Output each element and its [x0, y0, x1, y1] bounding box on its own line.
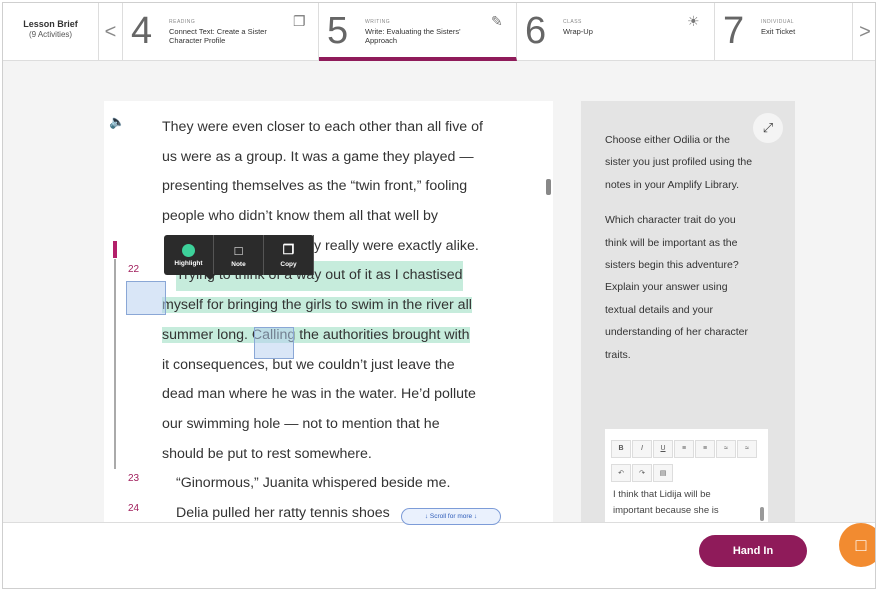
bullet-list-button[interactable]: ≡ [674, 439, 694, 458]
activity-kind: INDIVIDUAL [761, 19, 795, 25]
scroll-for-more-button[interactable]: ↓ Scroll for more ↓ [401, 508, 501, 525]
highlighted-text[interactable]: summer long. Calling the authorities bro… [162, 326, 470, 343]
highlight-button[interactable]: Highlight [164, 235, 214, 275]
underline-button[interactable]: U [653, 439, 673, 458]
activity-number: 5 [327, 10, 349, 52]
passage-rule [114, 259, 116, 469]
activity-kind: CLASS [563, 19, 582, 25]
highlight-label: Highlight [174, 259, 203, 267]
passage-line: “Ginormous,” Juanita whispered beside me… [176, 475, 451, 492]
prompt-text: Choose either Odilia or the sister you j… [605, 129, 755, 379]
passage-line: should be put to rest somewhere. [162, 445, 372, 462]
writing-prompt-panel: ⤢ Choose either Odilia or the sister you… [581, 101, 795, 523]
note-label: Note [231, 260, 246, 268]
activity-title: Write: Evaluating the Sisters' Approach [365, 27, 461, 45]
lesson-brief-button[interactable]: Lesson Brief (9 Activities) [3, 3, 99, 61]
activity-number: 7 [723, 10, 745, 52]
passage-line: us were as a group. It was a game they p… [162, 148, 474, 165]
italic-button[interactable]: I [632, 439, 652, 458]
expand-icon[interactable]: ⤢ [753, 113, 783, 143]
numbered-list-button[interactable]: ≡ [695, 439, 715, 458]
insert-button[interactable]: ▤ [653, 463, 673, 482]
bold-button[interactable]: B [611, 439, 631, 458]
toolbar-caret [204, 274, 216, 280]
reading-pane[interactable]: 🔈 22 23 24 They were even closer to each… [104, 101, 553, 523]
prompt-paragraph: Choose either Odilia or the sister you j… [605, 134, 753, 191]
activity-kind: READING [169, 19, 196, 25]
activity-title: Exit Ticket [761, 27, 796, 36]
activity-number: 4 [131, 10, 153, 52]
passage-line: summer long. Calling the authorities bro… [162, 321, 502, 351]
activity-title: Wrap-Up [563, 27, 593, 36]
outdent-button[interactable]: ≈ [737, 439, 757, 458]
activity-tab-6[interactable]: 6 CLASS Wrap-Up ☀ [517, 3, 715, 61]
lesson-brief-subtitle: (9 Activities) [28, 30, 73, 39]
note-icon: □ [234, 242, 243, 258]
editor-toolbar: B I U ≡ ≡ ≈ ≈↶ ↷ ▤ [611, 437, 761, 486]
footer-bar: Hand In □ [3, 522, 875, 588]
speaker-icon[interactable]: 🔈 [109, 114, 125, 130]
undo-button[interactable]: ↶ [611, 463, 631, 482]
activity-title: Connect Text: Create a Sister Character … [169, 27, 267, 45]
line-number: 24 [128, 503, 140, 514]
chat-icon[interactable]: □ [839, 523, 875, 567]
document-icon: ❐ [293, 13, 306, 29]
redo-button[interactable]: ↷ [632, 463, 652, 482]
annotation-toolbar: Highlight □ Note ❐ Copy [164, 235, 314, 280]
chevron-left-icon[interactable]: < [99, 3, 123, 61]
line-number: 23 [128, 473, 140, 484]
activity-number: 6 [525, 10, 547, 52]
passage-line: myself for bringing the girls to swim in… [162, 291, 502, 321]
lightbulb-icon: ☀ [687, 13, 700, 29]
highlight-color-icon [182, 243, 195, 257]
passage-line: it consequences, but we couldn’t just le… [162, 356, 455, 373]
note-button[interactable]: □ Note [214, 235, 264, 275]
annotation-marker [113, 241, 117, 258]
passage-line: They were even closer to each other than… [162, 119, 483, 135]
indent-button[interactable]: ≈ [716, 439, 736, 458]
pencil-icon: ✎ [491, 13, 503, 29]
line-number: 22 [128, 264, 140, 275]
passage-line: dead man where he was in the water. He’d… [162, 386, 476, 403]
passage-line: presenting themselves as the “twin front… [162, 178, 468, 195]
activity-tab-4[interactable]: 4 READING Connect Text: Create a Sister … [123, 3, 319, 61]
passage-line: people who didn’t know them all that wel… [162, 208, 439, 225]
activity-bar: Lesson Brief (9 Activities) < 4 READING … [3, 3, 875, 61]
reader-scrollbar[interactable] [546, 179, 551, 195]
copy-button[interactable]: ❐ Copy [264, 235, 314, 275]
highlighted-text[interactable]: myself for bringing the girls to swim in… [162, 297, 472, 314]
passage-line: our swimming hole — not to mention that … [162, 415, 440, 432]
hand-in-button[interactable]: Hand In [699, 535, 807, 567]
prompt-paragraph: Which character trait do you think will … [605, 214, 749, 361]
editor-scrollbar[interactable] [760, 507, 764, 521]
passage-line-tail: y really were exactly alike. [314, 237, 479, 254]
activity-kind: WRITING [365, 19, 391, 25]
answer-text[interactable]: I think that Lidija will be important be… [613, 487, 751, 519]
selection-handle-end[interactable] [254, 327, 294, 359]
chevron-right-icon[interactable]: > [853, 3, 875, 61]
copy-icon: ❐ [282, 242, 295, 257]
activity-tab-7[interactable]: 7 INDIVIDUAL Exit Ticket [715, 3, 853, 61]
activity-tab-5[interactable]: 5 WRITING Write: Evaluating the Sisters'… [319, 3, 517, 61]
lesson-brief-title: Lesson Brief [23, 19, 78, 29]
app-frame: Lesson Brief (9 Activities) < 4 READING … [2, 2, 876, 589]
answer-editor[interactable]: B I U ≡ ≡ ≈ ≈↶ ↷ ▤ I think that Lidija will be i… [605, 429, 768, 523]
passage-text: They were even closer to each other than… [162, 113, 502, 523]
selection-handle-start[interactable] [126, 281, 166, 315]
copy-label: Copy [280, 261, 297, 268]
